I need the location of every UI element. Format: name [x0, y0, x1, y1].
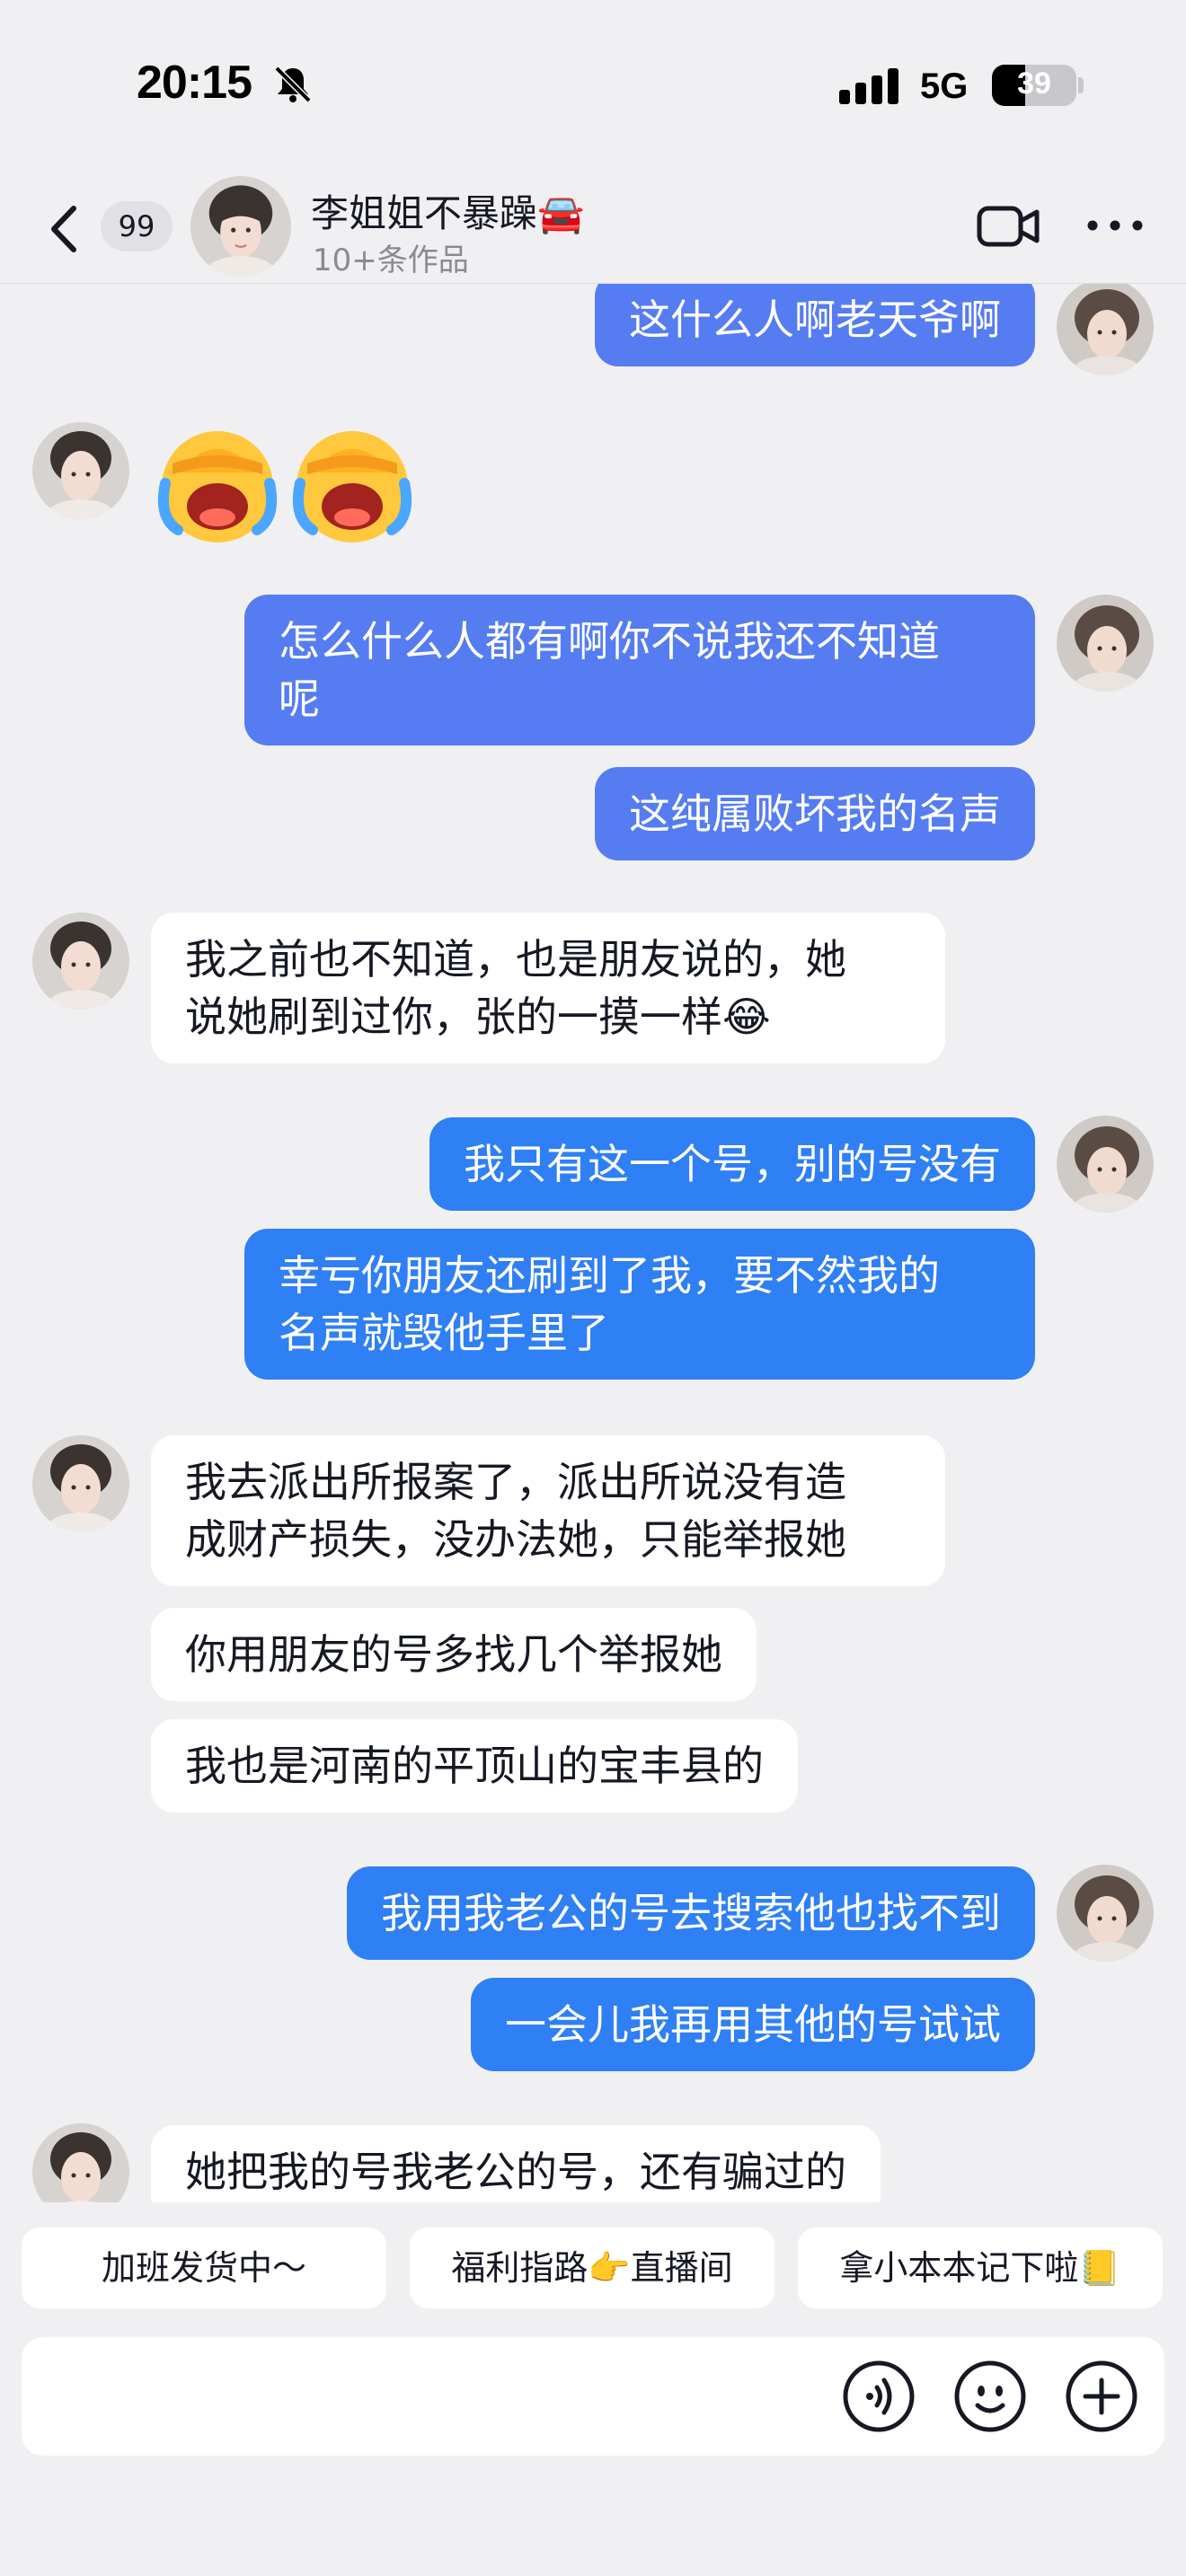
message-text: 一会儿我再用其他的号试试: [505, 2000, 1001, 2049]
message-text: 我之前也不知道，也是朋友说的，她: [185, 935, 846, 984]
message-text: 幸亏你朋友还刷到了我，要不然我的: [279, 1251, 940, 1300]
avatar-image: [1057, 1116, 1154, 1213]
avatar-image: [32, 422, 129, 519]
message-text: 成财产损失，没办法她，只能举报她: [185, 1515, 846, 1564]
message-text: 说她刷到过你，张的一摸一样😂: [185, 992, 771, 1041]
avatar-image: [190, 176, 291, 277]
status-bar: 20:15 5G 39: [0, 0, 1186, 171]
bell-muted-icon: [274, 66, 312, 103]
voice-input-icon[interactable]: [841, 2359, 916, 2434]
message-bubble-outgoing[interactable]: 我只有这一个号，别的号没有: [429, 1117, 1035, 1211]
message-bubble-incoming[interactable]: 我也是河南的平顶山的宝丰县的: [151, 1719, 798, 1813]
back-arrow-icon[interactable]: [40, 198, 93, 260]
quick-reply-chip[interactable]: 福利指路👉直播间: [410, 2228, 774, 2308]
network-type: 5G: [920, 66, 969, 106]
contact-name[interactable]: 李姐姐不暴躁🚘: [311, 183, 584, 238]
face-with-tears-icon[interactable]: [151, 417, 284, 550]
battery-percent: 39: [1017, 66, 1051, 101]
message-text: 呢: [279, 675, 320, 723]
message-bubble-outgoing[interactable]: 我用我老公的号去搜索他也找不到: [347, 1866, 1035, 1960]
avatar-image: [1057, 1865, 1154, 1962]
contact-message-avatar[interactable]: [32, 2123, 129, 2202]
face-with-tears-icon[interactable]: [286, 417, 419, 550]
message-bubble-outgoing[interactable]: 一会儿我再用其他的号试试: [471, 1978, 1035, 2071]
avatar-image: [1057, 284, 1154, 375]
message-input[interactable]: [43, 2337, 816, 2456]
message-text: 她把我的号我老公的号，还有骗过的: [185, 2148, 846, 2196]
message-text: 我用我老公的号去搜索他也找不到: [381, 1889, 1001, 1937]
my-avatar[interactable]: [1057, 1116, 1154, 1213]
message-bubble-outgoing[interactable]: 这什么人啊老天爷啊: [595, 284, 1035, 366]
avatar-image: [32, 2123, 129, 2202]
my-avatar[interactable]: [1057, 284, 1154, 375]
contact-message-avatar[interactable]: [32, 913, 129, 1010]
message-bubble-outgoing[interactable]: 这纯属败坏我的名声: [595, 767, 1035, 860]
message-input-bar: [22, 2337, 1164, 2456]
message-text: 我去派出所报案了，派出所说没有造: [185, 1458, 846, 1506]
avatar-image: [32, 913, 129, 1010]
battery-indicator: 39: [992, 65, 1076, 106]
contact-message-avatar[interactable]: [32, 1435, 129, 1532]
contact-avatar[interactable]: [190, 176, 291, 277]
message-bubble-outgoing[interactable]: 怎么什么人都有啊你不说我还不知道 呢: [244, 595, 1035, 745]
message-text: 我也是河南的平顶山的宝丰县的: [185, 1742, 764, 1790]
message-text: 这什么人啊老天爷啊: [629, 296, 1001, 344]
message-bubble-incoming[interactable]: 你用朋友的号多找几个举报她: [151, 1608, 757, 1701]
quick-reply-bar: 加班发货中～ 福利指路👉直播间 拿小本本记下啦📒: [0, 2202, 1186, 2325]
message-bubble-incoming[interactable]: 我之前也不知道，也是朋友说的，她 说她刷到过你，张的一摸一样😂: [151, 913, 945, 1063]
contact-message-avatar[interactable]: [32, 422, 129, 519]
chat-header: 99 李姐姐不暴躁🚘 10+条作品: [0, 171, 1186, 284]
more-options-icon[interactable]: [1084, 212, 1146, 239]
message-text: 怎么什么人都有啊你不说我还不知道: [279, 617, 940, 666]
cellular-signal-icon: [839, 68, 898, 104]
quick-reply-chip[interactable]: 拿小本本记下啦📒: [798, 2228, 1163, 2308]
battery-tip: [1078, 77, 1084, 93]
quick-reply-chip[interactable]: 加班发货中～: [22, 2228, 386, 2308]
avatar-image: [32, 1435, 129, 1532]
my-avatar[interactable]: [1057, 595, 1154, 692]
message-bubble-incoming[interactable]: 她把我的号我老公的号，还有骗过的: [151, 2125, 881, 2202]
message-text: 这纯属败坏我的名声: [629, 790, 1001, 838]
message-bubble-outgoing[interactable]: 幸亏你朋友还刷到了我，要不然我的 名声就毁他手里了: [244, 1229, 1035, 1380]
add-more-icon[interactable]: [1064, 2359, 1139, 2434]
unread-count-badge[interactable]: 99: [101, 201, 173, 251]
emoji-icon[interactable]: [952, 2359, 1028, 2434]
avatar-image: [1057, 595, 1154, 692]
status-time: 20:15: [137, 57, 252, 109]
contact-works-count[interactable]: 10+条作品: [313, 235, 469, 279]
chat-message-list[interactable]: 这什么人啊老天爷啊 怎么什么人都有啊你不说我还不知道 呢 这纯属败坏我的名声 我…: [0, 284, 1186, 2202]
message-bubble-incoming[interactable]: 我去派出所报案了，派出所说没有造 成财产损失，没办法她，只能举报她: [151, 1435, 945, 1586]
video-call-icon[interactable]: [976, 201, 1040, 251]
my-avatar[interactable]: [1057, 1865, 1154, 1962]
message-text: 你用朋友的号多找几个举报她: [185, 1630, 722, 1679]
message-text: 我只有这一个号，别的号没有: [464, 1140, 1001, 1188]
message-text: 名声就毁他手里了: [279, 1309, 609, 1357]
